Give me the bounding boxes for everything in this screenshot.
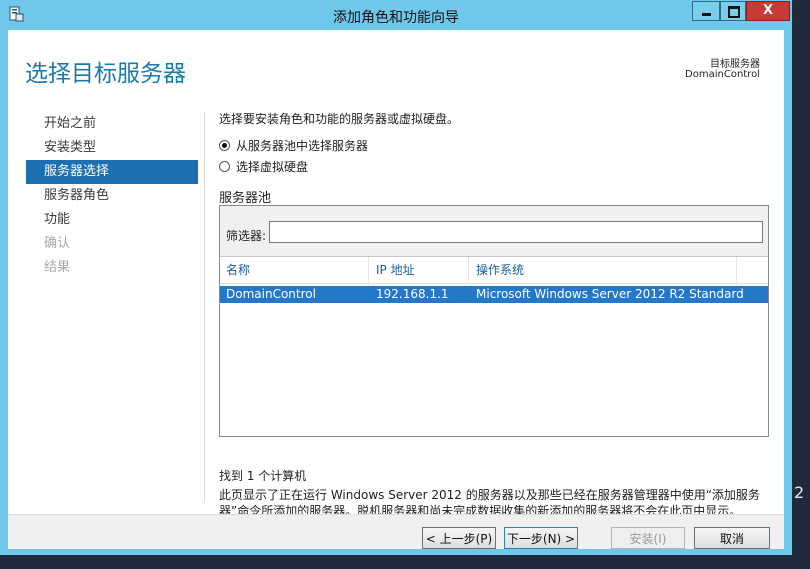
cell-server-name: DomainControl <box>226 287 316 301</box>
wizard-client: 选择目标服务器 目标服务器 DomainControl 开始之前 安装类型 服务… <box>8 30 784 549</box>
column-divider[interactable] <box>468 257 469 283</box>
maximize-button[interactable] <box>720 1 746 21</box>
window-title: 添加角色和功能向导 <box>333 10 459 26</box>
found-count: 找到 1 个计算机 <box>219 469 307 483</box>
target-server-name: DomainControl <box>685 69 760 80</box>
wizard-window: 添加角色和功能向导 X 选择目标服务器 目标服务器 DomainControl … <box>0 0 792 555</box>
nav-item-results: 结果 <box>44 260 71 275</box>
background-text-fragment: 2 <box>794 483 805 502</box>
nav-item-server-roles[interactable]: 服务器角色 <box>26 184 198 208</box>
radio-virtual-disk-label: 选择虚拟硬盘 <box>236 159 309 174</box>
radio-virtual-disk[interactable] <box>219 160 230 172</box>
radio-server-pool[interactable] <box>219 139 230 151</box>
nav-item-features[interactable]: 功能 <box>26 208 198 232</box>
nav-item-before-you-begin[interactable]: 开始之前 <box>26 112 198 136</box>
column-header-ip[interactable]: IP 地址 <box>376 261 415 278</box>
option-server-pool[interactable]: 从服务器池中选择服务器 <box>219 136 368 154</box>
nav-divider <box>204 112 205 502</box>
filter-label: 筛选器: <box>226 229 267 243</box>
cancel-button[interactable]: 取消 <box>694 527 770 549</box>
column-divider[interactable] <box>736 257 737 283</box>
cell-operating-system: Microsoft Windows Server 2012 R2 Standar… <box>476 287 744 301</box>
column-header-os[interactable]: 操作系统 <box>476 261 524 278</box>
title-bar[interactable]: 添加角色和功能向导 X <box>0 0 792 30</box>
target-server-label: 目标服务器 <box>710 59 760 70</box>
description-text: 选择要安装角色和功能的服务器或虚拟硬盘。 <box>219 112 460 126</box>
nav-item-server-selection[interactable]: 服务器选择 <box>26 160 198 184</box>
server-pool-heading: 服务器池 <box>219 191 272 206</box>
button-bar: < 上一步(P) 下一步(N) > 安装(I) 取消 <box>8 514 784 549</box>
nav-item-confirmation: 确认 <box>44 236 71 251</box>
column-divider[interactable] <box>368 257 369 283</box>
option-virtual-disk[interactable]: 选择虚拟硬盘 <box>219 157 308 175</box>
column-header-name[interactable]: 名称 <box>226 261 250 278</box>
minimize-button[interactable] <box>692 1 720 21</box>
install-button: 安装(I) <box>611 527 685 549</box>
radio-server-pool-label: 从服务器池中选择服务器 <box>236 138 369 153</box>
close-button[interactable]: X <box>746 1 790 21</box>
column-header-row: 名称 IP 地址 操作系统 <box>220 257 768 284</box>
next-button[interactable]: 下一步(N) > <box>504 527 578 549</box>
wizard-nav: 开始之前 安装类型 服务器选择 服务器角色 功能 确认 结果 <box>26 112 198 280</box>
table-row[interactable]: DomainControl 192.168.1.1 Microsoft Wind… <box>220 286 768 303</box>
nav-item-installation-type[interactable]: 安装类型 <box>26 136 198 160</box>
close-icon: X <box>762 3 774 18</box>
cell-ip-address: 192.168.1.1 <box>376 287 449 301</box>
filter-bar: 筛选器: <box>220 206 768 257</box>
server-pool-list: 筛选器: 名称 IP 地址 操作系统 DomainControl 192.168… <box>219 205 769 437</box>
page-title: 选择目标服务器 <box>25 61 186 87</box>
filter-input[interactable] <box>269 221 763 243</box>
previous-button[interactable]: < 上一步(P) <box>422 527 496 549</box>
